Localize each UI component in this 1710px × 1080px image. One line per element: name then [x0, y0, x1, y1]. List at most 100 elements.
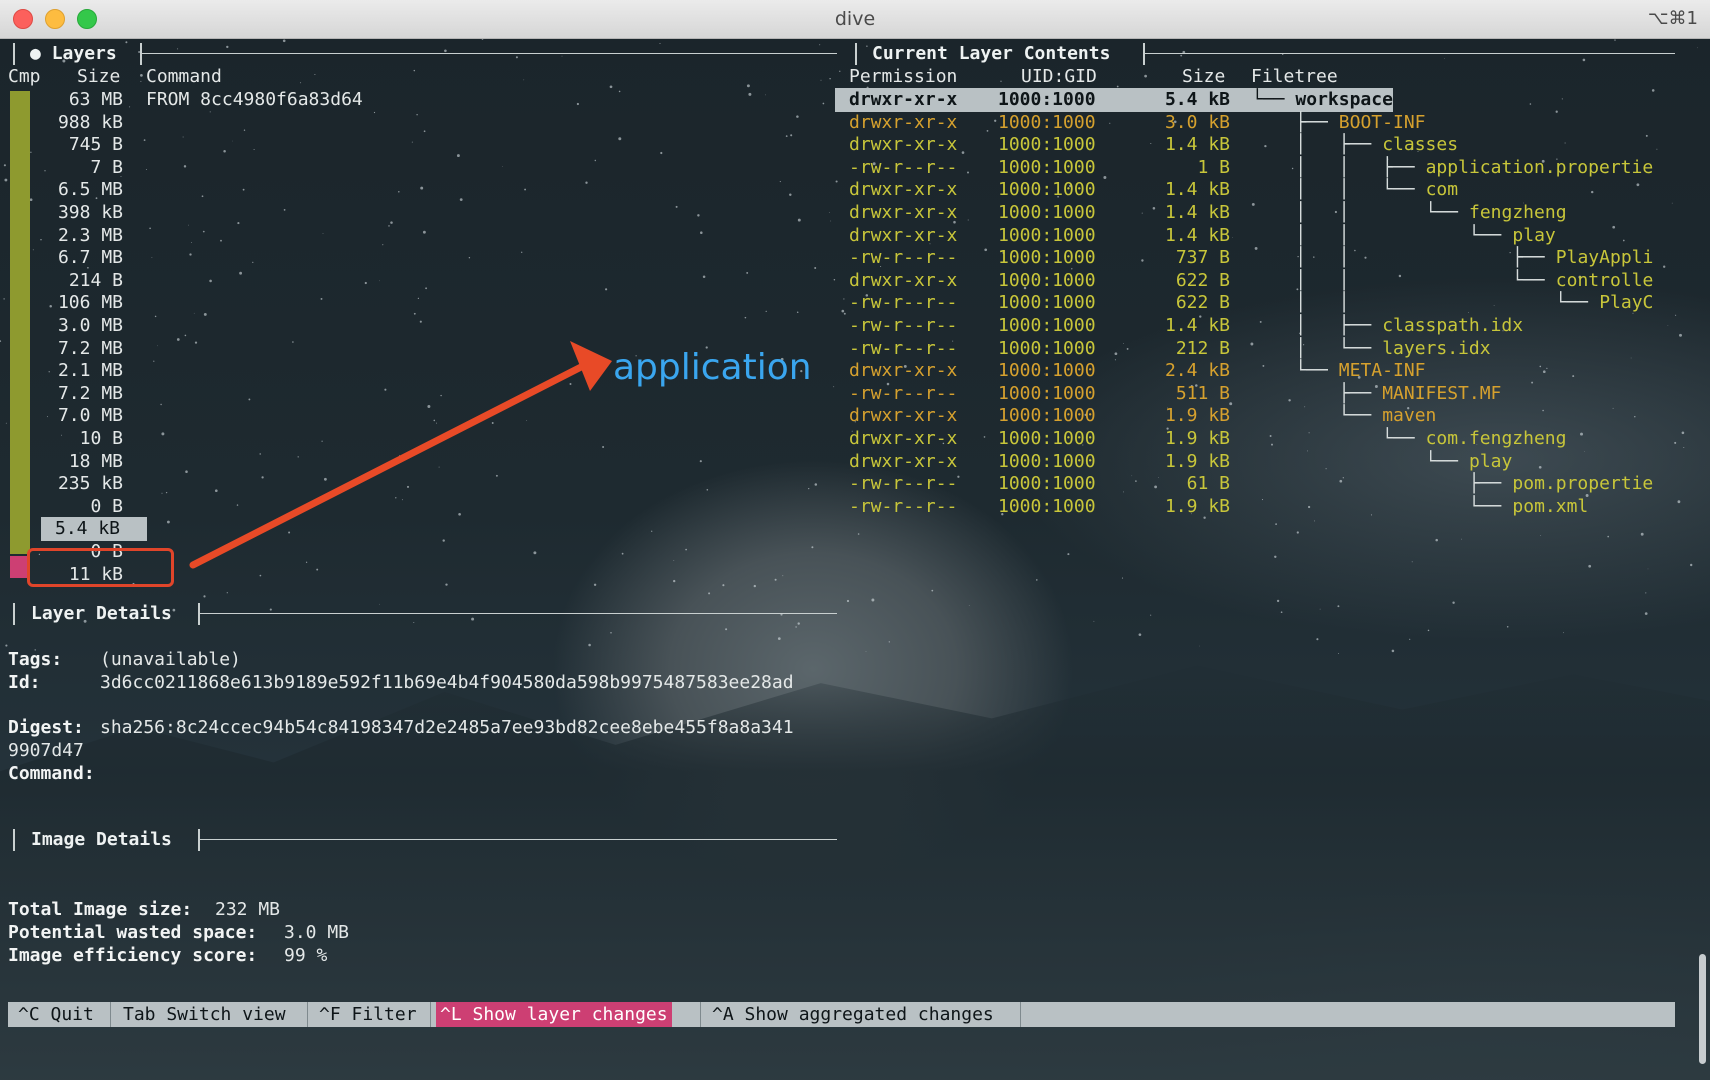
size-cell: 1.4 kB: [1164, 224, 1230, 246]
layer-row[interactable]: 745 B: [10, 133, 123, 157]
tree-branch-guide: │ │ └──: [1252, 292, 1599, 314]
tree-node-name: pom.xml: [1512, 495, 1589, 517]
digest-value-cont: 9907d47: [8, 740, 84, 761]
layer-row[interactable]: 7 B: [10, 156, 123, 180]
layer-row[interactable]: 988 kB: [10, 111, 123, 135]
layer-row[interactable]: 7.2 MB: [10, 382, 123, 406]
total-size-label: Total Image size:: [8, 899, 193, 920]
contents-title: Current Layer Contents: [872, 43, 1111, 64]
tree-node-name: MANIFEST.MF: [1382, 382, 1502, 404]
wasted-space-value: 3.0 MB: [284, 922, 350, 943]
layer-row[interactable]: 7.2 MB: [10, 337, 123, 361]
show-layer-changes-key[interactable]: ^L Show layer changes: [436, 1002, 672, 1027]
layer-row[interactable]: 235 kB: [10, 472, 123, 496]
size-cell: 622 B: [1175, 269, 1230, 291]
permission-cell: drwxr-xr-x: [849, 134, 958, 156]
tree-branch-guide: └──: [1252, 89, 1296, 110]
quit-key[interactable]: ^C Quit: [14, 1002, 98, 1027]
permission-cell: drwxr-xr-x: [849, 179, 958, 201]
window-shortcut: ⌥⌘1: [1647, 8, 1698, 29]
uid-gid-cell: 1000:1000: [998, 247, 1096, 269]
layer-row-selected[interactable]: 5.4 kB: [41, 517, 147, 542]
uid-gid-cell: 1000:1000: [998, 360, 1096, 382]
tree-node-name: BOOT-INF: [1338, 111, 1426, 133]
uid-gid-cell: 1000:1000: [998, 89, 1096, 110]
layer-row[interactable]: 6.5 MB: [10, 178, 123, 202]
digest-value: sha256:8c24ccec94b54c84198347d2e2485a7ee…: [100, 717, 794, 738]
layer-row[interactable]: 2.1 MB: [10, 359, 123, 383]
tags-value: (unavailable): [100, 649, 241, 670]
size-cell: 1 B: [1197, 156, 1230, 178]
tree-branch-guide: ├──: [1252, 473, 1513, 495]
layer-row[interactable]: 0 B: [10, 495, 123, 519]
wasted-space-label: Potential wasted space:: [8, 922, 258, 943]
tree-branch-guide: └──: [1252, 360, 1339, 382]
layer-row[interactable]: 63 MB: [10, 88, 123, 112]
tree-node-name: workspace: [1295, 88, 1393, 112]
permission-cell: drwxr-xr-x: [849, 269, 958, 291]
layer-row[interactable]: 2.3 MB: [10, 224, 123, 248]
tree-node-name: classes: [1382, 134, 1459, 156]
tree-node-name: pom.propertie: [1512, 473, 1654, 495]
tree-branch-guide: │ │ └──: [1252, 202, 1469, 223]
size-cell: 737 B: [1175, 247, 1230, 269]
uid-gid-cell: 1000:1000: [998, 179, 1096, 201]
tree-branch-guide: └──: [1252, 405, 1383, 427]
tree-node-name: fengzheng: [1469, 202, 1567, 223]
tree-branch-guide: └──: [1252, 428, 1426, 449]
permission-cell: drwxr-xr-x: [849, 111, 958, 133]
tree-branch-guide: │ │ └──: [1252, 179, 1426, 201]
uid-gid-cell: 1000:1000: [998, 382, 1096, 404]
tree-branch-guide: └──: [1252, 450, 1469, 472]
permission-cell: drwxr-xr-x: [849, 428, 958, 449]
layer-row[interactable]: 10 B: [10, 427, 123, 451]
scrollbar-thumb[interactable]: [1699, 954, 1706, 1064]
tree-node-name: play: [1512, 224, 1556, 246]
highlight-box: [27, 548, 174, 587]
size-cell: 212 B: [1175, 337, 1230, 359]
command-label: Command:: [8, 763, 95, 784]
size-cell: 1.4 kB: [1164, 315, 1230, 336]
layer-row[interactable]: 106 MB: [10, 291, 123, 315]
layer-row[interactable]: 6.7 MB: [10, 246, 123, 270]
uid-gid-cell: 1000:1000: [998, 337, 1096, 359]
tree-node-name: com: [1425, 179, 1459, 201]
tree-node-name: PlayC: [1599, 292, 1654, 314]
layer-row[interactable]: 18 MB: [10, 450, 123, 474]
tree-branch-guide: │ ├──: [1252, 315, 1383, 336]
tree-branch-guide: │ │ └──: [1252, 224, 1513, 246]
permission-cell: -rw-r--r--: [849, 382, 958, 404]
uid-gid-cell: 1000:1000: [998, 428, 1096, 449]
layer-details-title: Layer Details: [31, 603, 172, 624]
tree-branch-guide: ├──: [1252, 382, 1383, 404]
layers-col-cmp: Cmp: [8, 66, 41, 87]
layer-row[interactable]: 3.0 MB: [10, 314, 123, 338]
filter-key[interactable]: ^F Filter: [315, 1002, 421, 1027]
tree-node-name: application.propertie: [1425, 156, 1654, 178]
layers-title: Layers: [51, 43, 117, 64]
tree-branch-guide: │ │ ├──: [1252, 156, 1426, 178]
id-label: Id:: [8, 672, 41, 693]
tree-node-name: com.fengzheng: [1425, 428, 1567, 449]
permission-cell: drwxr-xr-x: [849, 202, 958, 223]
switch-view-key[interactable]: Tab Switch view: [119, 1002, 290, 1027]
layer-row[interactable]: 398 kB: [10, 201, 123, 225]
tree-branch-guide: └──: [1252, 495, 1513, 517]
tree-node-name: layers.idx: [1382, 337, 1491, 359]
layers-col-command: Command: [146, 66, 222, 87]
size-cell: 511 B: [1175, 382, 1230, 404]
uid-gid-cell: 1000:1000: [998, 111, 1096, 133]
uid-gid-cell: 1000:1000: [998, 224, 1096, 246]
layer-row[interactable]: 7.0 MB: [10, 404, 123, 428]
show-aggregated-changes-key[interactable]: ^A Show aggregated changes: [708, 1002, 998, 1027]
tree-node-name: maven: [1382, 405, 1437, 427]
tree-node-name: play: [1469, 450, 1513, 472]
tree-node-name: META-INF: [1338, 360, 1426, 382]
permission-cell: -rw-r--r--: [849, 495, 958, 517]
permission-cell: drwxr-xr-x: [849, 450, 958, 472]
size-cell: 61 B: [1186, 473, 1230, 495]
size-cell: 1.9 kB: [1164, 495, 1230, 517]
layer-row[interactable]: 214 B: [10, 269, 123, 293]
uid-gid-cell: 1000:1000: [998, 156, 1096, 178]
tags-label: Tags:: [8, 649, 63, 670]
